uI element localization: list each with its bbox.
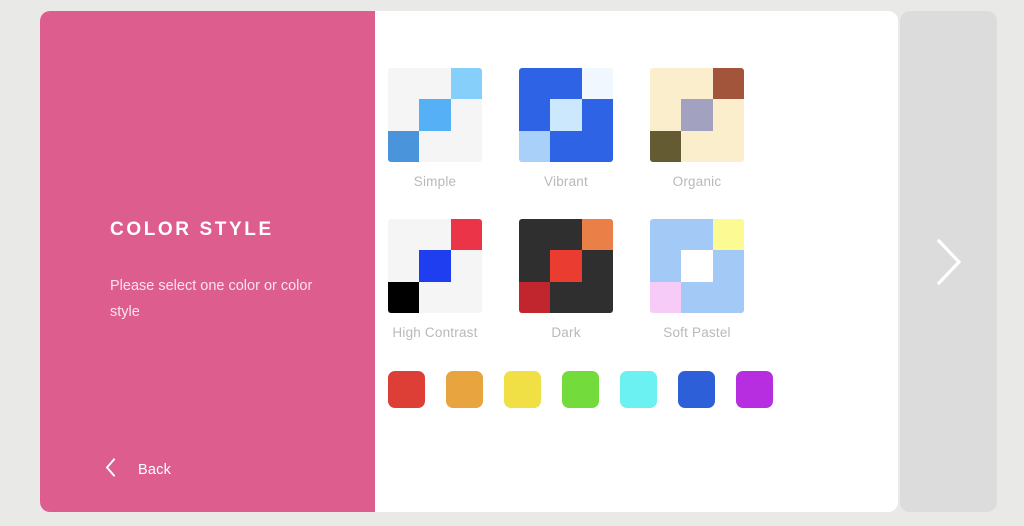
preview-cell [388, 99, 420, 131]
color-style-label: Organic [672, 174, 722, 189]
preview-cell [388, 68, 420, 100]
color-style-preview [519, 68, 613, 162]
preview-cell [712, 250, 744, 282]
preview-cell [450, 250, 482, 282]
preview-cell [450, 281, 482, 313]
preview-cell [388, 250, 420, 282]
preview-cell [581, 281, 613, 313]
preview-cell [712, 219, 744, 251]
color-swatch-red[interactable] [388, 371, 425, 408]
color-style-label: Vibrant [544, 174, 588, 189]
color-style-label: Dark [551, 325, 581, 340]
next-step-panel[interactable] [900, 11, 997, 512]
preview-cell [681, 99, 713, 131]
color-style-label: Simple [413, 174, 457, 189]
color-swatch-purple[interactable] [736, 371, 773, 408]
color-style-option-soft-pastel[interactable]: Soft Pastel [650, 219, 744, 340]
color-swatch-blue[interactable] [678, 371, 715, 408]
color-style-option-dark[interactable]: Dark [519, 219, 613, 340]
color-style-row: Simple Vibrant Organic [388, 68, 885, 189]
preview-cell [519, 219, 551, 251]
color-style-option-simple[interactable]: Simple [388, 68, 482, 189]
page-title: COLOR STYLE [110, 219, 274, 240]
preview-cell [419, 68, 451, 100]
color-style-option-high-contrast[interactable]: High Contrast [388, 219, 482, 340]
preview-cell [519, 281, 551, 313]
color-swatch-green[interactable] [562, 371, 599, 408]
preview-cell [388, 219, 420, 251]
preview-cell [712, 281, 744, 313]
preview-cell [550, 68, 582, 100]
preview-cell [650, 99, 682, 131]
preview-cell [450, 68, 482, 100]
color-style-row: High Contrast Dark Soft Pastel [388, 219, 885, 340]
preview-cell [681, 250, 713, 282]
preview-cell [519, 68, 551, 100]
preview-cell [581, 130, 613, 162]
screen: COLOR STYLE Please select one color or c… [0, 0, 1024, 526]
color-style-label: Soft Pastel [663, 325, 731, 340]
color-swatch-cyan[interactable] [620, 371, 657, 408]
preview-cell [712, 130, 744, 162]
preview-cell [681, 68, 713, 100]
preview-cell [681, 130, 713, 162]
wizard-card: COLOR STYLE Please select one color or c… [40, 11, 898, 512]
preview-cell [450, 130, 482, 162]
preview-cell [388, 281, 420, 313]
preview-cell [581, 99, 613, 131]
preview-cell [419, 99, 451, 131]
next-step-button[interactable] [900, 11, 997, 512]
color-style-label: High Contrast [392, 325, 478, 340]
preview-cell [681, 281, 713, 313]
color-style-preview [519, 219, 613, 313]
preview-cell [581, 219, 613, 251]
preview-cell [450, 99, 482, 131]
preview-cell [650, 68, 682, 100]
preview-cell [650, 281, 682, 313]
preview-cell [712, 68, 744, 100]
color-style-option-organic[interactable]: Organic [650, 68, 744, 189]
preview-cell [419, 250, 451, 282]
intro-pane: COLOR STYLE Please select one color or c… [40, 11, 375, 512]
preview-cell [419, 130, 451, 162]
solid-color-swatches [388, 371, 885, 408]
preview-cell [581, 68, 613, 100]
page-subtitle: Please select one color or color style [110, 278, 313, 320]
color-swatch-orange[interactable] [446, 371, 483, 408]
preview-cell [550, 130, 582, 162]
color-style-option-vibrant[interactable]: Vibrant [519, 68, 613, 189]
options-pane: Simple Vibrant Organic High Contrast Dark Sof… [375, 11, 898, 512]
preview-cell [519, 250, 551, 282]
preview-cell [550, 219, 582, 251]
back-button[interactable]: Back [105, 458, 171, 482]
color-style-preview [388, 68, 482, 162]
color-style-preview [388, 219, 482, 313]
preview-cell [581, 250, 613, 282]
color-swatch-yellow[interactable] [504, 371, 541, 408]
preview-cell [419, 219, 451, 251]
preview-cell [550, 250, 582, 282]
color-style-grid: Simple Vibrant Organic High Contrast Dark Sof… [388, 68, 885, 370]
preview-cell [712, 99, 744, 131]
preview-cell [650, 250, 682, 282]
back-button-label: Back [138, 462, 172, 478]
preview-cell [419, 281, 451, 313]
preview-cell [519, 99, 551, 131]
preview-cell [681, 219, 713, 251]
preview-cell [450, 219, 482, 251]
color-style-preview [650, 219, 744, 313]
preview-cell [550, 281, 582, 313]
preview-cell [650, 219, 682, 251]
chevron-right-icon [934, 238, 964, 286]
preview-cell [388, 130, 420, 162]
color-style-preview [650, 68, 744, 162]
preview-cell [550, 99, 582, 131]
chevron-left-icon [105, 458, 116, 482]
preview-cell [650, 130, 682, 162]
preview-cell [519, 130, 551, 162]
